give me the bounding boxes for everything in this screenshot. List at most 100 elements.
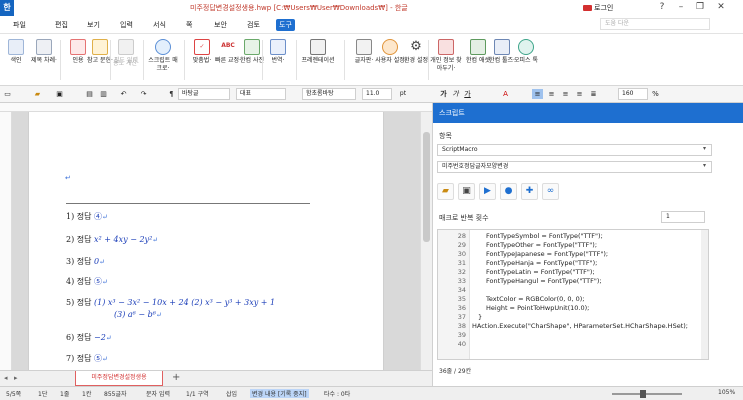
record-icon[interactable]: ●: [500, 183, 517, 200]
answer-line[interactable]: 2) 정답 x² + 4xy − 2y²↵: [66, 234, 158, 245]
menu-view[interactable]: 보기: [84, 19, 103, 31]
align-left-icon[interactable]: ≡: [546, 89, 557, 99]
font-color-icon[interactable]: A: [500, 89, 511, 99]
presentation-button[interactable]: 프레젠테이션: [298, 37, 338, 85]
menu-format[interactable]: 서식: [150, 19, 169, 31]
answer-line[interactable]: 1) 정답 ④↵: [66, 211, 108, 222]
save-icon[interactable]: ▣: [54, 89, 65, 99]
code-line: 29 FontTypeOther = FontType("TTF");: [457, 241, 598, 249]
align-justify-icon[interactable]: ≡: [532, 89, 543, 99]
menu-tools[interactable]: 도구: [276, 19, 295, 31]
menu-security[interactable]: 보안: [211, 19, 230, 31]
font-size-unit[interactable]: pt: [396, 89, 410, 99]
office-talk-icon: [518, 39, 534, 55]
language-select[interactable]: 대표: [236, 88, 286, 100]
menu-page[interactable]: 쪽: [183, 19, 195, 31]
privacy-button[interactable]: 개인 정보 찾아두기·: [428, 37, 464, 85]
status-track-changes[interactable]: 변경 내용 [기록 중지]: [250, 389, 309, 398]
link-icon[interactable]: ∞: [542, 183, 559, 200]
print-icon[interactable]: ▤: [84, 89, 95, 99]
add-icon[interactable]: ✚: [521, 183, 538, 200]
new-doc-icon[interactable]: ▭: [2, 89, 13, 99]
hwp-logo-icon[interactable]: 한: [0, 0, 14, 16]
status-input-mode: 문자 입력: [146, 391, 170, 398]
panel-title: 스크립트: [433, 103, 743, 123]
translate-button[interactable]: 번역·: [262, 37, 294, 85]
document-area[interactable]: ↵ 1) 정답 ④↵ 2) 정답 x² + 4xy − 2y²↵ 3) 정답 0…: [12, 112, 420, 370]
close-button[interactable]: ✕: [712, 0, 730, 16]
repeat-count-input[interactable]: 1: [661, 211, 705, 223]
italic-button[interactable]: 가: [450, 89, 461, 99]
field-icon: [118, 39, 134, 55]
tools-icon: [494, 39, 510, 55]
menu-insert[interactable]: 입력: [117, 19, 136, 31]
print-preview-icon[interactable]: ▥: [98, 89, 109, 99]
scrollbar-thumb[interactable]: [423, 132, 430, 242]
horizontal-ruler[interactable]: [0, 103, 432, 112]
answer-line[interactable]: (3) a⁶ − b⁶↵: [114, 310, 162, 319]
font-select[interactable]: 함초롬바탕: [302, 88, 356, 100]
chevron-down-icon[interactable]: ▾: [703, 162, 706, 169]
open-folder-icon[interactable]: ▰: [32, 89, 43, 99]
document-tab-bar: ◂ ▸ 미주정답변경설정생용 +: [0, 370, 432, 386]
bold-button[interactable]: 가: [438, 89, 449, 99]
answer-line[interactable]: 6) 정답 −2↵: [66, 332, 112, 343]
maximize-button[interactable]: ❐: [691, 0, 709, 16]
zoom-slider-thumb[interactable]: [640, 390, 646, 398]
user-settings-icon: [382, 39, 398, 55]
document-page[interactable]: ↵ 1) 정답 ④↵ 2) 정답 x² + 4xy − 2y²↵ 3) 정답 0…: [28, 112, 384, 370]
status-page[interactable]: 5/5쪽: [6, 389, 21, 398]
reference-icon: [92, 39, 108, 55]
status-char-count: 855글자: [104, 391, 127, 398]
login-button[interactable]: 로그인: [583, 3, 613, 13]
undo-icon[interactable]: ↶: [118, 89, 129, 99]
category-select[interactable]: ScriptMacro: [437, 144, 712, 156]
asset-icon: [470, 39, 486, 55]
style-select[interactable]: 바탕글: [178, 88, 230, 100]
tab-document[interactable]: 미주정답변경설정생용: [75, 371, 163, 386]
macro-select[interactable]: 미주번호정답글자모양변경: [437, 161, 712, 173]
tab-nav-right-icon[interactable]: ▸: [14, 374, 18, 382]
status-insert-mode[interactable]: 삽입: [226, 389, 237, 398]
answer-line[interactable]: 5) 정답 (1) x³ − 3x² − 10x + 24 (2) x³ − y…: [66, 297, 275, 308]
ribbon-divider: [184, 40, 185, 80]
answer-line[interactable]: 4) 정답 ⑤↵: [66, 276, 108, 287]
add-tab-button[interactable]: +: [172, 372, 180, 383]
zoom-unit[interactable]: %: [650, 89, 661, 99]
answer-line[interactable]: 3) 정답 0↵: [66, 256, 105, 267]
underline-button[interactable]: 가: [462, 89, 473, 99]
help-search-input[interactable]: 도움 다운: [600, 18, 710, 30]
zoom-input[interactable]: 160: [618, 88, 648, 100]
menu-bar: 파일 편집 보기 입력 서식 쪽 보안 검토 도구 도움 다운: [0, 16, 743, 34]
redo-icon[interactable]: ↷: [138, 89, 149, 99]
vertical-ruler[interactable]: [0, 112, 12, 370]
font-size-input[interactable]: 11.0: [362, 88, 392, 100]
save-icon[interactable]: ▣: [458, 183, 475, 200]
code-scrollbar[interactable]: [701, 230, 708, 359]
help-button[interactable]: ?: [653, 0, 671, 16]
document-scrollbar[interactable]: [420, 112, 432, 370]
code-line: 28 FontTypeSymbol = FontType("TTF");: [457, 232, 603, 240]
zoom-slider[interactable]: [612, 393, 682, 395]
run-icon[interactable]: ▶: [479, 183, 496, 200]
menu-file[interactable]: 파일: [10, 19, 29, 31]
answer-line[interactable]: 7) 정답 ⑤↵: [66, 353, 108, 364]
tab-nav-left-icon[interactable]: ◂: [4, 374, 8, 382]
align-center-icon[interactable]: ≡: [574, 89, 585, 99]
dictionary-icon: [244, 39, 260, 55]
align-right-icon[interactable]: ≡: [560, 89, 571, 99]
menu-review[interactable]: 검토: [244, 19, 263, 31]
code-editor[interactable]: 28 FontTypeSymbol = FontType("TTF"); 29 Fo…: [437, 229, 709, 360]
toc-button[interactable]: 제목 차례·: [28, 37, 60, 85]
minimize-button[interactable]: –: [672, 0, 690, 16]
ribbon-divider: [60, 40, 61, 80]
distribute-icon[interactable]: ≣: [588, 89, 599, 99]
code-line: 39: [457, 331, 466, 339]
menu-edit[interactable]: 편집: [52, 19, 71, 31]
office-talk-button[interactable]: 오피스 톡: [510, 37, 542, 85]
chevron-down-icon[interactable]: ▾: [703, 145, 706, 152]
calc-button[interactable]: 용도 계산·: [110, 60, 142, 84]
open-folder-icon[interactable]: ▰: [437, 183, 454, 200]
status-zoom[interactable]: 105%: [718, 389, 735, 396]
script-macro-button[interactable]: 스크립트 매크로·: [146, 37, 180, 85]
